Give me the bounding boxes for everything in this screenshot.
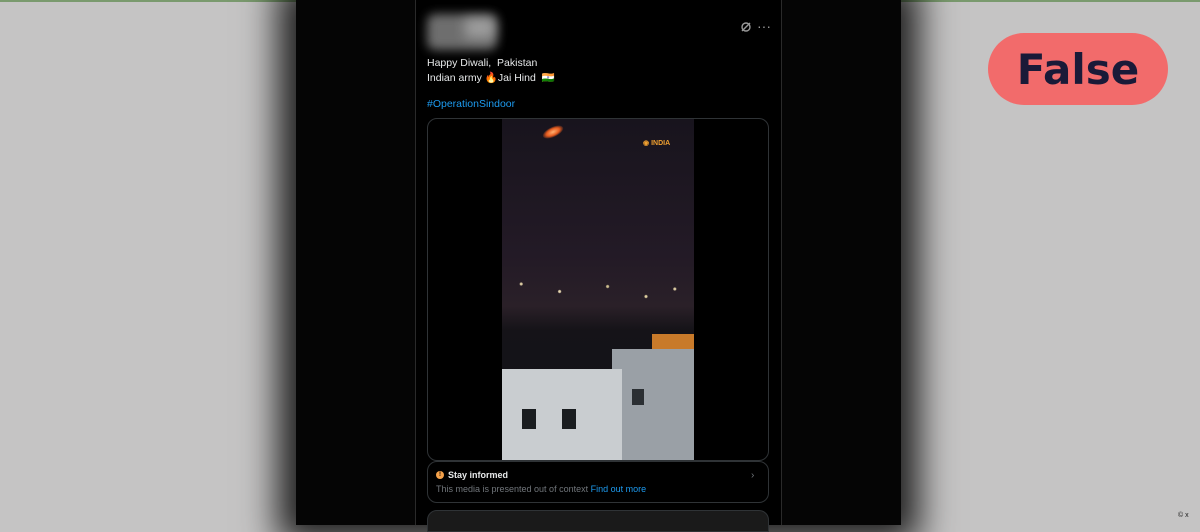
- notice-text: This media is presented out of context: [436, 484, 589, 494]
- notice-body: This media is presented out of context F…: [436, 484, 646, 494]
- media-frame[interactable]: ◉ INDIA: [427, 118, 769, 461]
- fireball: [540, 122, 566, 142]
- context-notice[interactable]: ! Stay informed This media is presented …: [427, 461, 769, 503]
- info-icon: !: [436, 471, 444, 479]
- window: [632, 389, 644, 405]
- building: [612, 349, 694, 460]
- watermark-text: INDIA: [651, 140, 671, 147]
- watermark-icon: ◉: [643, 140, 650, 147]
- video-player[interactable]: ◉ INDIA: [502, 119, 694, 460]
- image-credit: © x: [1178, 512, 1189, 519]
- grok-icon[interactable]: [739, 20, 753, 34]
- window: [562, 409, 576, 429]
- window: [522, 409, 536, 429]
- next-card: [427, 510, 769, 532]
- blurred-username: [465, 18, 495, 38]
- city-lights: [502, 269, 694, 319]
- more-dots-icon[interactable]: ···: [757, 18, 771, 34]
- notice-title: Stay informed: [448, 470, 509, 480]
- tweet-line-2: Indian army 🔥Jai Hind 🇮🇳: [427, 72, 555, 84]
- chevron-right-icon: ›: [751, 470, 755, 481]
- tweet-text: Happy Diwali, Pakistan Indian army 🔥Jai …: [427, 56, 555, 86]
- tweet-line-1: Happy Diwali, Pakistan: [427, 57, 538, 69]
- video-watermark: ◉ INDIA: [643, 139, 670, 147]
- verdict-badge: False: [988, 33, 1168, 105]
- hashtag-link[interactable]: #OperationSindoor: [427, 98, 515, 110]
- find-out-more-link[interactable]: Find out more: [591, 484, 647, 494]
